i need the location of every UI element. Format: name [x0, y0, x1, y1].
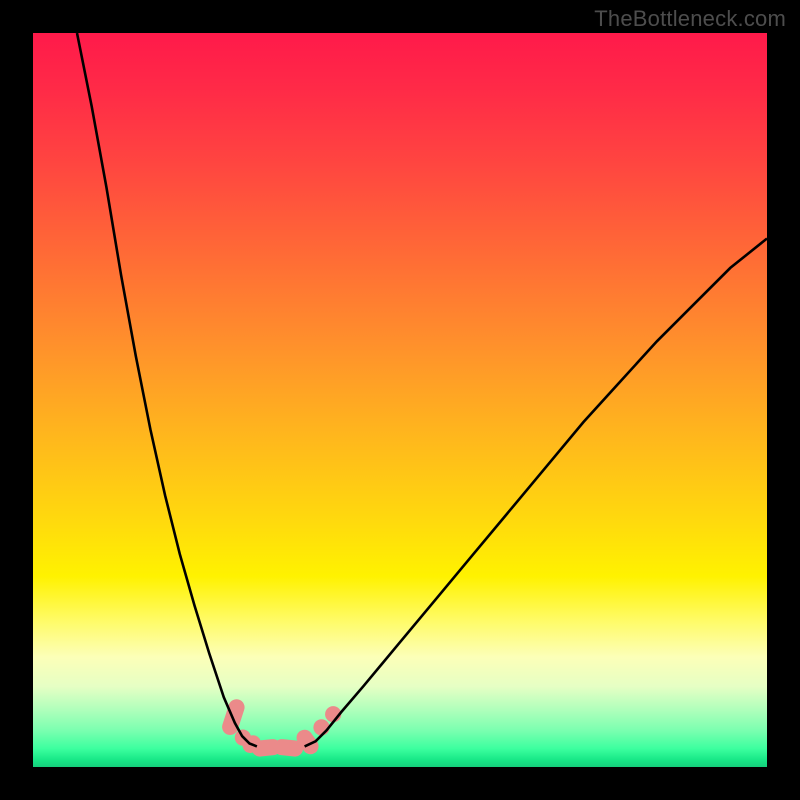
curve-svg	[33, 33, 767, 767]
watermark-text: TheBottleneck.com	[594, 6, 786, 32]
plot-area	[33, 33, 767, 767]
chart-container: TheBottleneck.com	[0, 0, 800, 800]
